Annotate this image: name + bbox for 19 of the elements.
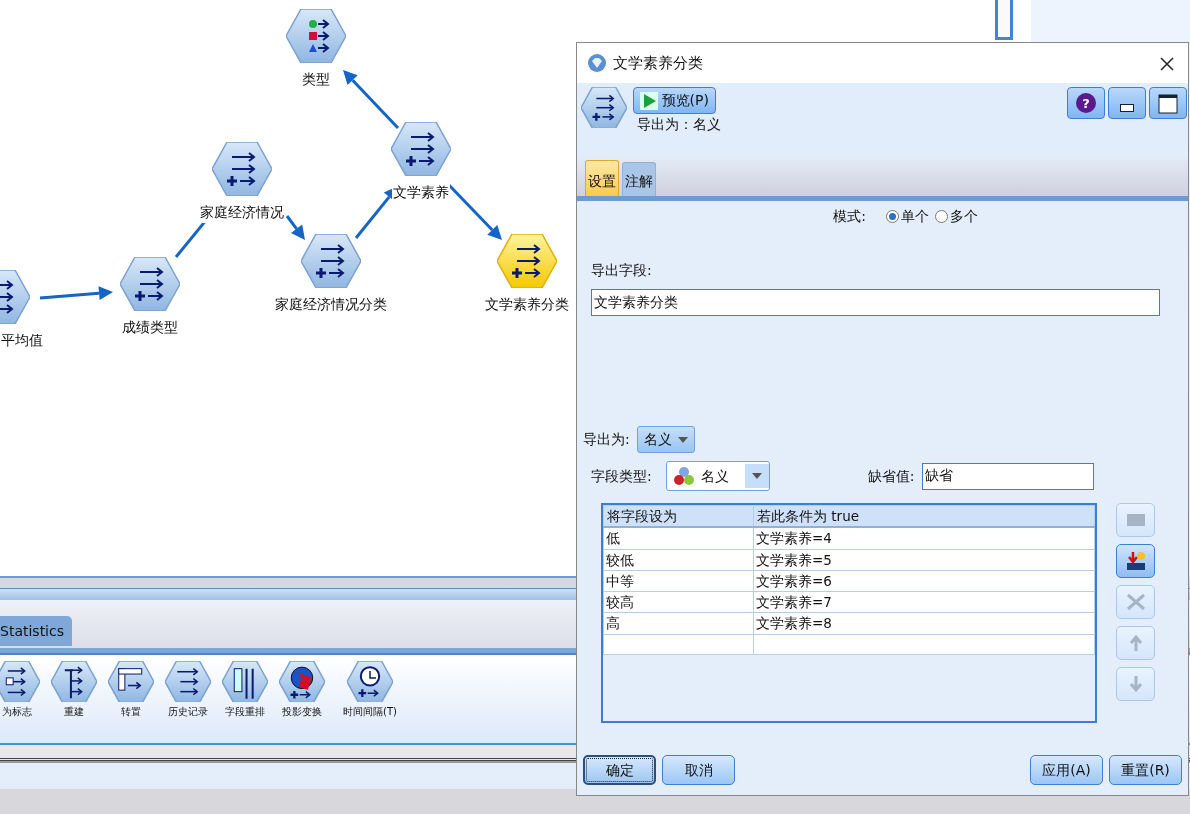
node-label: 文学素养 [392, 182, 450, 203]
column-header: 将字段设为 [603, 505, 754, 528]
palette-label: 历史记录 [167, 705, 208, 720]
window-title: 文学素养分类 [613, 52, 704, 74]
field-label: 导出为: [583, 430, 630, 449]
palette-label: 投影变换 [281, 705, 322, 720]
field-label: 模式: [833, 207, 866, 226]
palette-label: 字段重排 [224, 705, 265, 720]
palette-label: 重建 [63, 705, 84, 720]
field-label: 导出字段: [591, 261, 652, 280]
column-header: 若此条件为 true [753, 505, 1095, 528]
field-label: 字段类型: [591, 466, 652, 486]
summary-text: 导出为：名义 [636, 115, 722, 135]
field-label: 缺省值: [867, 466, 915, 486]
palette-label: 时间间隔(T) [343, 705, 397, 720]
node-label: 家庭经济情况 [199, 202, 285, 223]
node-label: 家庭经济情况分类 [274, 294, 388, 315]
palette-label: 为标志 [1, 705, 32, 720]
palette-label: 转置 [120, 705, 141, 720]
